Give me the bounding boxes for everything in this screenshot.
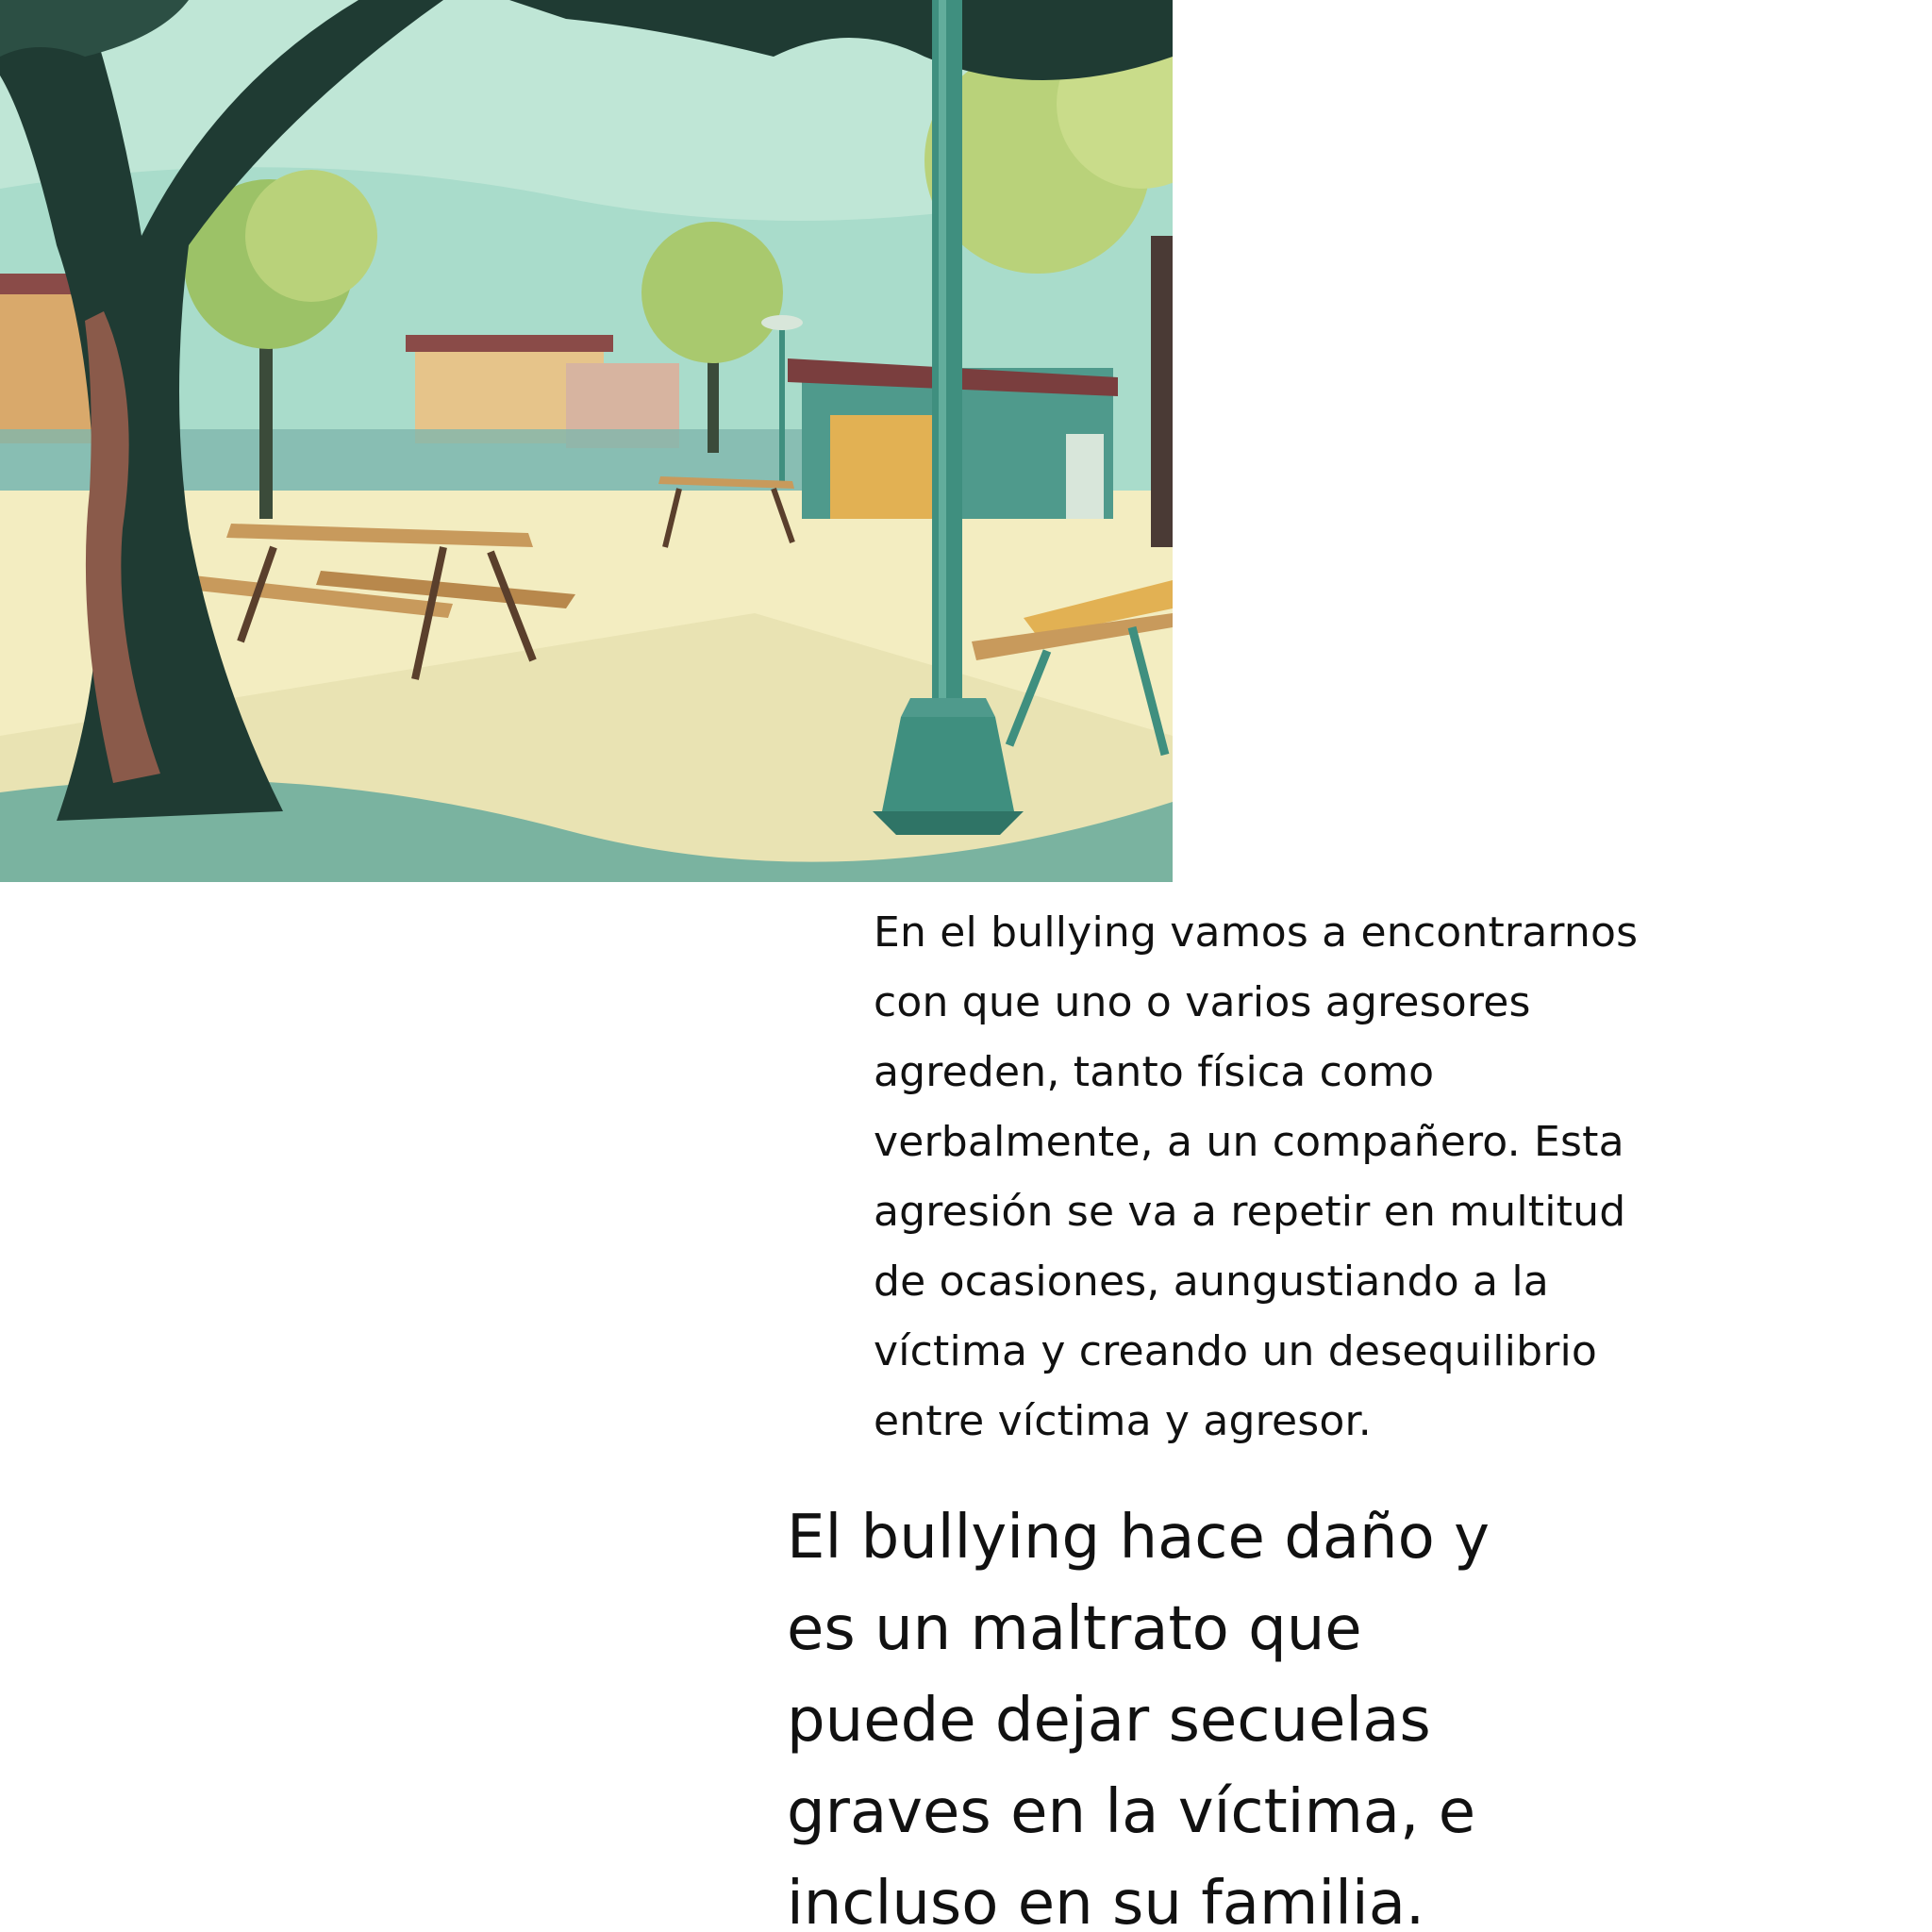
headline-line: El bullying hace daño y [787,1503,1490,1573]
body-line: En el bullying vamos a encontrarnos [874,908,1639,957]
lamp-post-base [882,717,1014,811]
lamp-post-cap [901,698,995,717]
page: En el bullying vamos a encontrarnos con … [0,0,1932,1932]
body-line: víctima y creando un desequilibrio [874,1327,1598,1375]
schoolyard-illustration [0,0,1173,882]
body-line: con que uno o varios agresores [874,978,1531,1026]
body-line: verbalmente, a un compañero. Esta [874,1118,1624,1166]
headline: El bullying hace daño y es un maltrato q… [787,1492,1636,1932]
lamp-post [932,0,962,698]
body-line: agreden, tanto física como [874,1048,1435,1096]
lamp-post-highlight [939,0,946,698]
body-line: de ocasiones, aungustiando a la [874,1257,1549,1306]
body-line: entre víctima y agresor. [874,1397,1372,1445]
schoolyard-illustration-art [0,0,1173,882]
lamp-post-bg [779,321,785,481]
headline-line: puede dejar secuelas [787,1686,1431,1756]
tree-trunk-right [1151,236,1173,547]
building-center-roof [406,335,613,352]
headline-line: es un maltrato que [787,1594,1362,1664]
headline-line: graves en la víctima, e [787,1777,1476,1847]
tree-trunk-bg-1 [259,340,273,519]
lamp-head-bg [761,315,803,330]
tree-canopy-bg-2 [641,222,783,363]
body-line: agresión se va a repetir en multitud [874,1188,1626,1236]
kiosk-sign [1066,434,1104,519]
kiosk-door [830,415,934,519]
body-paragraph: En el bullying vamos a encontrarnos con … [874,898,1723,1457]
lamp-post-foot [873,811,1024,835]
tree-canopy-bg-1b [245,170,377,302]
headline-line: incluso en su familia. [787,1869,1425,1932]
